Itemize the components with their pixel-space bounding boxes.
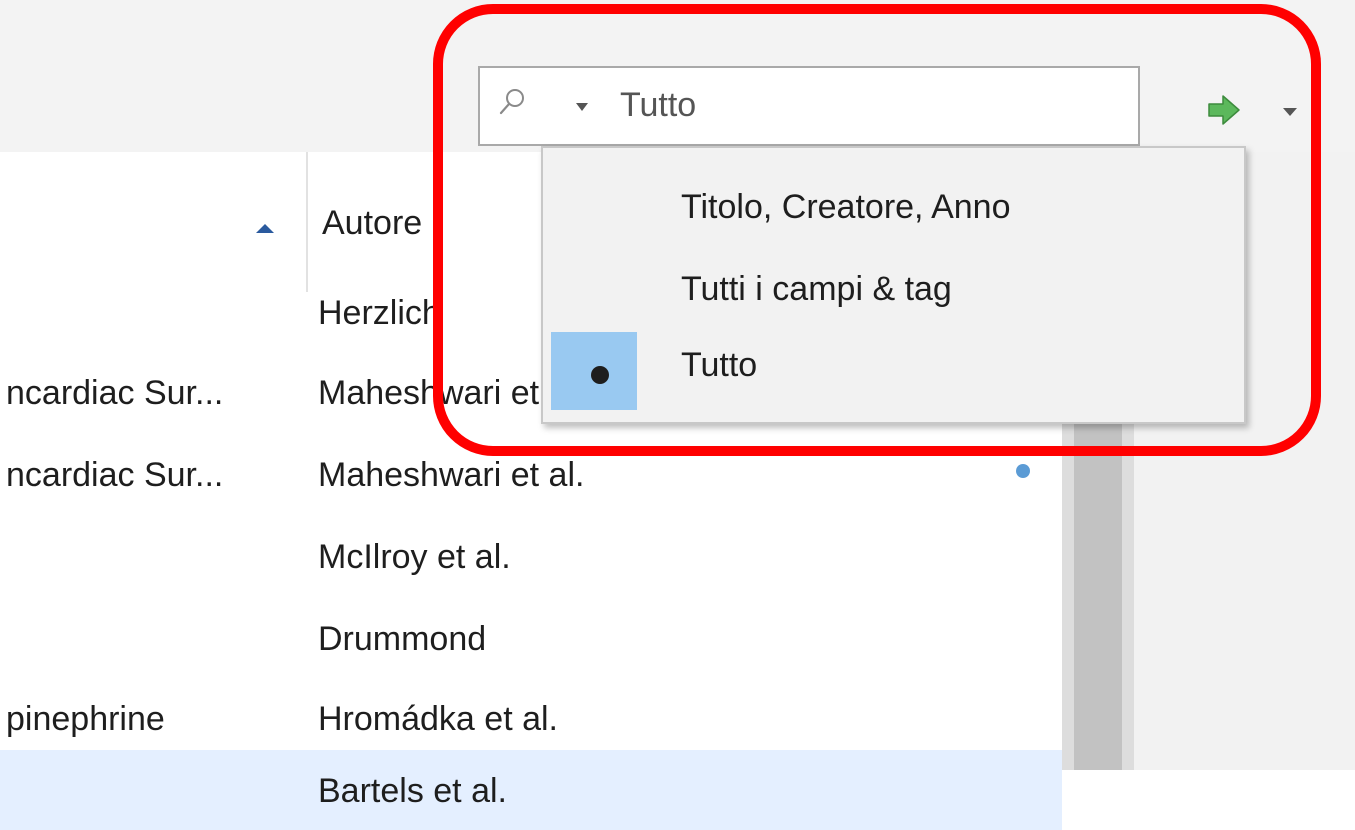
table-row[interactable]: Drummond	[0, 598, 1062, 678]
green-arrow-right-icon[interactable]	[1205, 90, 1245, 130]
menu-item-tutto[interactable]: Tutto	[543, 326, 1244, 410]
cell-title: pinephrine	[6, 700, 165, 738]
table-row[interactable]: McIlroy et al.	[0, 516, 1062, 596]
search-mode-caret-icon[interactable]	[576, 103, 588, 111]
cell-author: Bartels et al.	[318, 772, 507, 810]
cell-title: ncardiac Sur...	[6, 374, 224, 412]
cell-title: ncardiac Sur...	[6, 456, 224, 494]
cell-author: Drummond	[318, 620, 487, 658]
column-header-autore[interactable]: Autore	[322, 204, 422, 243]
menu-item-tutti-i-campi-tag[interactable]: Tutti i campi & tag	[543, 250, 1244, 330]
radio-dot-icon	[591, 366, 609, 384]
column-divider[interactable]	[306, 152, 308, 292]
cell-author: McIlroy et al.	[318, 538, 511, 576]
go-menu-caret-icon[interactable]	[1283, 108, 1297, 116]
table-row[interactable]: ncardiac Sur... Maheshwari et al.	[0, 434, 1062, 514]
search-box[interactable]	[478, 66, 1140, 146]
menu-item-label: Tutto	[681, 346, 758, 384]
sort-ascending-icon[interactable]	[256, 224, 274, 233]
cell-author: Herzlich	[318, 294, 441, 332]
menu-item-label: Titolo, Creatore, Anno	[681, 188, 1011, 226]
search-input[interactable]	[620, 82, 1100, 128]
menu-item-label: Tutti i campi & tag	[681, 270, 952, 308]
search-mode-menu: Titolo, Creatore, Anno Tutti i campi & t…	[541, 146, 1246, 424]
search-icon[interactable]	[498, 86, 528, 116]
menu-item-titolo-creatore-anno[interactable]: Titolo, Creatore, Anno	[543, 168, 1244, 248]
selected-gutter	[551, 332, 637, 410]
cell-author: Maheshwari et al.	[318, 456, 585, 494]
toolbar	[0, 0, 1355, 152]
attachment-dot-icon[interactable]	[1016, 464, 1030, 478]
cell-author: Hromádka et al.	[318, 700, 558, 738]
table-row-selected[interactable]: Bartels et al.	[0, 750, 1062, 830]
table-row[interactable]: pinephrine Hromádka et al.	[0, 678, 1062, 758]
